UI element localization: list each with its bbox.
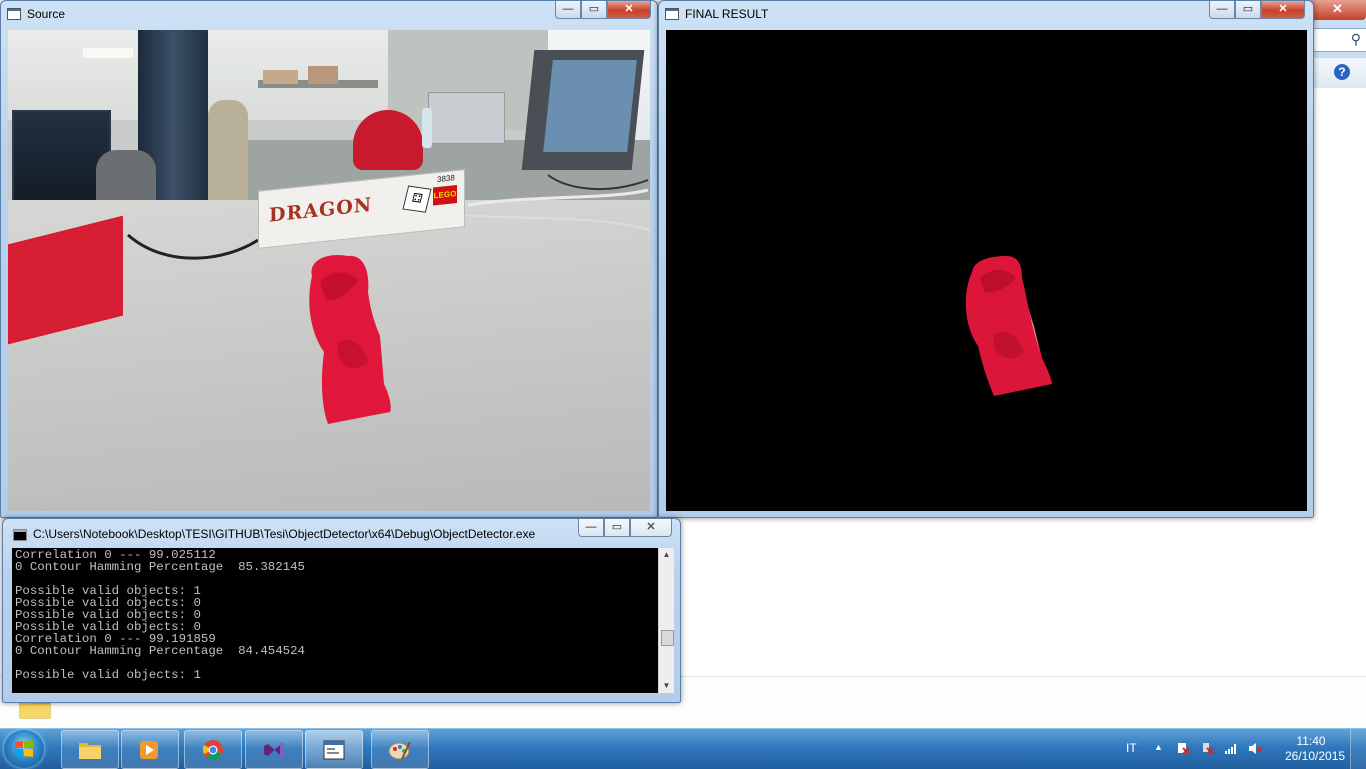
clock[interactable]: 11:40 26/10/2015 <box>1285 734 1346 764</box>
minimize-button[interactable]: — <box>555 1 581 19</box>
search-box[interactable]: ⚲ <box>1310 28 1366 52</box>
console-scrollbar[interactable]: ▲ ▼ <box>658 548 674 693</box>
file-explorer-icon <box>79 743 101 759</box>
network-signal-icon[interactable] <box>1224 742 1238 755</box>
console-icon <box>13 529 27 541</box>
start-button[interactable] <box>4 730 44 768</box>
chrome-icon <box>202 740 223 760</box>
window-icon <box>665 8 679 20</box>
show-hidden-icons-arrow[interactable]: ▲ <box>1154 742 1163 752</box>
taskbar-media-player[interactable] <box>121 730 179 769</box>
window-icon <box>7 8 21 20</box>
camera-scene: DRAGON 3838 LEGO ⚃ <box>8 30 650 511</box>
close-button[interactable]: ✕ <box>607 1 651 19</box>
help-icon[interactable]: ? <box>1334 64 1350 80</box>
console-line: 0 Contour Hamming Percentage 84.454524 <box>15 644 305 658</box>
window-title: FINAL RESULT <box>685 7 769 21</box>
clock-date: 26/10/2015 <box>1285 749 1346 763</box>
media-player-icon <box>140 741 158 759</box>
taskbar-file-explorer[interactable] <box>61 730 119 769</box>
taskbar-paint[interactable] <box>371 730 429 769</box>
taskbar-object-detector[interactable] <box>305 730 363 769</box>
maximize-button[interactable]: ▭ <box>581 1 607 19</box>
box-number: 3838 <box>437 173 455 185</box>
source-titlebar[interactable]: Source — ▭ ✕ <box>1 1 657 27</box>
scroll-thumb[interactable] <box>661 630 674 646</box>
window-title: Source <box>27 7 66 21</box>
console-titlebar[interactable]: C:\Users\Notebook\Desktop\TESI\GITHUB\Te… <box>3 519 680 545</box>
maximize-button[interactable]: ▭ <box>604 519 630 537</box>
box-brand: LEGO <box>433 184 457 206</box>
minimize-button[interactable]: — <box>1209 1 1235 19</box>
console-output[interactable]: Correlation 0 --- 99.025112 0 Contour Ham… <box>12 548 658 693</box>
scroll-down-arrow[interactable]: ▼ <box>659 679 674 693</box>
action-center-icon[interactable] <box>1176 742 1190 755</box>
scroll-up-arrow[interactable]: ▲ <box>659 548 674 562</box>
dice-icon: ⚃ <box>402 185 432 213</box>
taskbar: IT ▲ 11:40 26/10/2015 <box>0 728 1366 769</box>
window-title: C:\Users\Notebook\Desktop\TESI\GITHUB\Te… <box>33 527 536 541</box>
clock-time: 11:40 <box>1296 734 1326 748</box>
final-result-window[interactable]: FINAL RESULT — ▭ ✕ <box>658 0 1314 518</box>
segmented-object <box>965 256 1052 396</box>
taskbar-visual-studio[interactable] <box>245 730 303 769</box>
application-window-icon <box>323 740 345 760</box>
console-line: Possible valid objects: 1 <box>15 668 201 682</box>
show-desktop-button[interactable] <box>1350 729 1366 769</box>
taskbar-chrome[interactable] <box>184 730 242 769</box>
console-line: 0 Contour Hamming Percentage 85.382145 <box>15 560 305 574</box>
visual-studio-icon <box>264 742 284 758</box>
final-titlebar[interactable]: FINAL RESULT — ▭ ✕ <box>659 1 1313 27</box>
close-button[interactable]: ✕ <box>1261 1 1305 19</box>
source-video-frame: DRAGON 3838 LEGO ⚃ <box>8 30 650 511</box>
windows-logo-icon <box>15 740 33 757</box>
box-title: DRAGON <box>269 193 373 227</box>
console-lines: Correlation 0 --- 99.025112 0 Contour Ham… <box>15 549 305 681</box>
maximize-button[interactable]: ▭ <box>1235 1 1261 19</box>
final-result-frame <box>666 30 1307 511</box>
red-dragon-object <box>309 254 391 424</box>
console-window[interactable]: C:\Users\Notebook\Desktop\TESI\GITHUB\Te… <box>2 518 681 703</box>
search-icon[interactable]: ⚲ <box>1351 31 1361 48</box>
close-button[interactable]: ✕ <box>630 519 672 537</box>
device-icon[interactable] <box>1200 742 1214 755</box>
source-window[interactable]: Source — ▭ ✕ DRAGON 3838 LEGO ⚃ <box>0 0 658 518</box>
paint-icon <box>388 741 411 760</box>
language-indicator[interactable]: IT <box>1126 741 1137 755</box>
minimize-button[interactable]: — <box>578 519 604 537</box>
background-close-button[interactable]: ✕ <box>1308 0 1366 20</box>
volume-muted-icon[interactable] <box>1248 742 1262 755</box>
